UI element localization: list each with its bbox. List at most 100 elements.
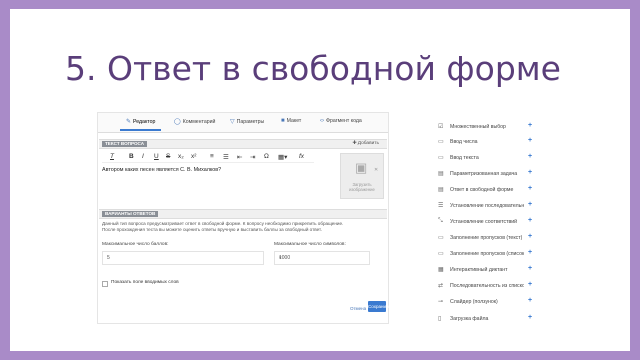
italic-icon[interactable]: I (142, 153, 144, 160)
plus-icon[interactable]: + (528, 201, 532, 208)
max-score-label: Максимальное число баллов: (102, 242, 169, 247)
fill-list-icon: ▭ (438, 251, 444, 257)
outdent-icon[interactable]: ⇤ (237, 153, 242, 161)
indent-icon[interactable]: ⇥ (250, 153, 255, 161)
sidebar-item-matching[interactable]: ⤡ Установление соответствий + (438, 217, 538, 228)
plus-icon[interactable]: + (528, 217, 532, 224)
plus-icon[interactable]: + (528, 122, 532, 129)
chevron-down-icon: ▾ (279, 255, 282, 261)
sidebar-item-slider[interactable]: ⊸ Слайдер (ползунок) + (438, 297, 538, 308)
special-char-icon[interactable]: Ω (264, 153, 269, 160)
sidebar-item-label: Заполнение пропусков (список) (450, 251, 524, 257)
show-words-checkbox[interactable] (102, 281, 108, 287)
sidebar-item-fill-list[interactable]: ▭ Заполнение пропусков (список) + (438, 249, 538, 260)
plus-icon[interactable]: + (528, 265, 532, 272)
max-length-select[interactable]: 1000 ▾ (274, 251, 370, 265)
plus-icon[interactable]: + (528, 233, 532, 240)
tab-label: Комментарий (182, 119, 216, 125)
answer-section-header: ВАРИАНТЫ ОТВЕТОВ (99, 209, 387, 219)
answer-section-label: ВАРИАНТЫ ОТВЕТОВ (102, 211, 159, 217)
sidebar-item-label: Заполнение пропусков (текст) (450, 235, 523, 241)
plus-icon[interactable]: + (528, 281, 532, 288)
add-label: Добавить (357, 141, 379, 146)
slider-icon: ⊸ (438, 299, 444, 305)
editor-toolbar: T B I U S x₂ x² ≡ ☰ ⇤ ⇥ Ω ▦▾ fx (102, 151, 314, 163)
file-upload-icon: ▯ (438, 316, 442, 322)
fill-text-icon: ▭ (438, 235, 444, 241)
plus-icon[interactable]: + (528, 153, 532, 160)
sidebar-item-file-upload[interactable]: ▯ Загрузка файла + (438, 314, 538, 325)
sidebar-item-number-input[interactable]: ▭ Ввод числа + (438, 137, 538, 148)
answer-description: Данный тип вопроса предусматривает ответ… (102, 221, 372, 233)
free-answer-icon: ▤ (438, 187, 444, 193)
formula-icon[interactable]: fx (299, 153, 304, 160)
bullet-list-icon[interactable]: ☰ (223, 153, 229, 161)
bold-icon[interactable]: B (129, 153, 134, 160)
question-text[interactable]: Автором каких песен является С. В. Михал… (102, 167, 221, 173)
layout-icon: ■ (281, 118, 285, 124)
cancel-button[interactable]: Отмена (350, 306, 366, 311)
max-score-field[interactable]: 5 (102, 251, 264, 265)
image-upload[interactable]: ▣ Загрузить изображение (340, 153, 384, 199)
plus-icon[interactable]: + (528, 137, 532, 144)
tab-code[interactable]: ‹› Фрагмент кода (320, 118, 362, 124)
strike-icon[interactable]: S (166, 153, 170, 160)
underline-icon[interactable]: U (154, 153, 159, 160)
sidebar-item-list-sequence[interactable]: ⇄ Последовательность из списков + (438, 281, 538, 292)
sidebar-item-label: Слайдер (ползунок) (450, 299, 498, 305)
image-icon: ▣ (355, 160, 368, 175)
subscript-icon[interactable]: x₂ (178, 153, 184, 160)
plus-icon[interactable]: + (528, 185, 532, 192)
numbered-list-icon[interactable]: ≡ (210, 153, 214, 160)
sidebar-item-param-task[interactable]: ▤ Параметризованная задача + (438, 169, 538, 180)
clear-format-icon[interactable]: T (110, 153, 114, 160)
tab-editor[interactable]: ✎ Редактор (119, 118, 162, 131)
description-line: После прохождения теста вы можете оценит… (102, 227, 322, 232)
superscript-icon[interactable]: x² (191, 153, 196, 160)
plus-icon[interactable]: + (528, 249, 532, 256)
number-input-icon: ▭ (438, 139, 444, 145)
editor-screenshot: ✎ Редактор ◯ Комментарий ▽ Параметры ■ Макет… (97, 112, 390, 324)
tab-comment[interactable]: ◯ Комментарий (174, 118, 215, 125)
save-button[interactable]: Сохранить (368, 301, 390, 312)
image-upload-label: Загрузить изображение (349, 182, 375, 192)
question-section-label: ТЕКСТ ВОПРОСА (102, 141, 148, 147)
max-score-value: 5 (107, 255, 110, 261)
comment-icon: ◯ (174, 119, 181, 125)
sidebar-item-sequence[interactable]: ☰ Установление последовательности + (438, 201, 538, 212)
sidebar-item-label: Множественный выбор (450, 124, 506, 130)
plus-icon[interactable]: + (528, 314, 532, 321)
matching-icon: ⤡ (438, 218, 443, 224)
param-task-icon: ▤ (438, 171, 444, 177)
sidebar-item-text-input[interactable]: ▭ Ввод текста + (438, 153, 538, 164)
tab-label: Параметры (236, 119, 265, 125)
code-icon: ‹› (320, 118, 324, 124)
tab-layout[interactable]: ■ Макет (281, 118, 301, 124)
tab-bar: ✎ Редактор ◯ Комментарий ▽ Параметры ■ Макет… (98, 113, 388, 133)
tab-label: Макет (286, 118, 302, 124)
sidebar-item-label: Установление соответствий (450, 219, 518, 225)
tab-label: Фрагмент кода (326, 118, 362, 124)
table-icon[interactable]: ▦▾ (278, 153, 287, 161)
slide-title: 5. Ответ в свободной форме (65, 49, 561, 88)
sidebar-item-fill-text[interactable]: ▭ Заполнение пропусков (текст) + (438, 233, 538, 244)
sequence-icon: ☰ (438, 203, 444, 209)
sidebar-item-dictation[interactable]: ▦ Интерактивный диктант + (438, 265, 538, 276)
close-icon[interactable]: ✕ (374, 167, 378, 173)
add-button[interactable]: ✚ Добавить (352, 141, 379, 146)
question-section-header: ТЕКСТ ВОПРОСА ✚ Добавить (99, 139, 387, 149)
sidebar-item-multiple-choice[interactable]: ☑ Множественный выбор + (438, 122, 538, 133)
sidebar-item-label: Интерактивный диктант (450, 267, 508, 273)
dictation-icon: ▦ (438, 267, 444, 273)
edit-icon: ✎ (126, 119, 132, 125)
plus-icon[interactable]: + (528, 169, 532, 176)
tab-settings[interactable]: ▽ Параметры (230, 118, 264, 125)
sidebar-item-label: Загрузка файла (450, 316, 489, 322)
sidebar-item-label: Ввод текста (450, 155, 479, 161)
sidebar-item-label: Последовательность из списков (450, 283, 524, 289)
plus-icon[interactable]: + (528, 297, 532, 304)
sidebar-item-label: Установление последовательности (450, 203, 524, 209)
max-length-label: Максимальное число символов: (274, 242, 346, 247)
sidebar-item-free-answer[interactable]: ▤ Ответ в свободной форме + (438, 185, 538, 196)
sidebar-item-label: Ввод числа (450, 139, 478, 145)
